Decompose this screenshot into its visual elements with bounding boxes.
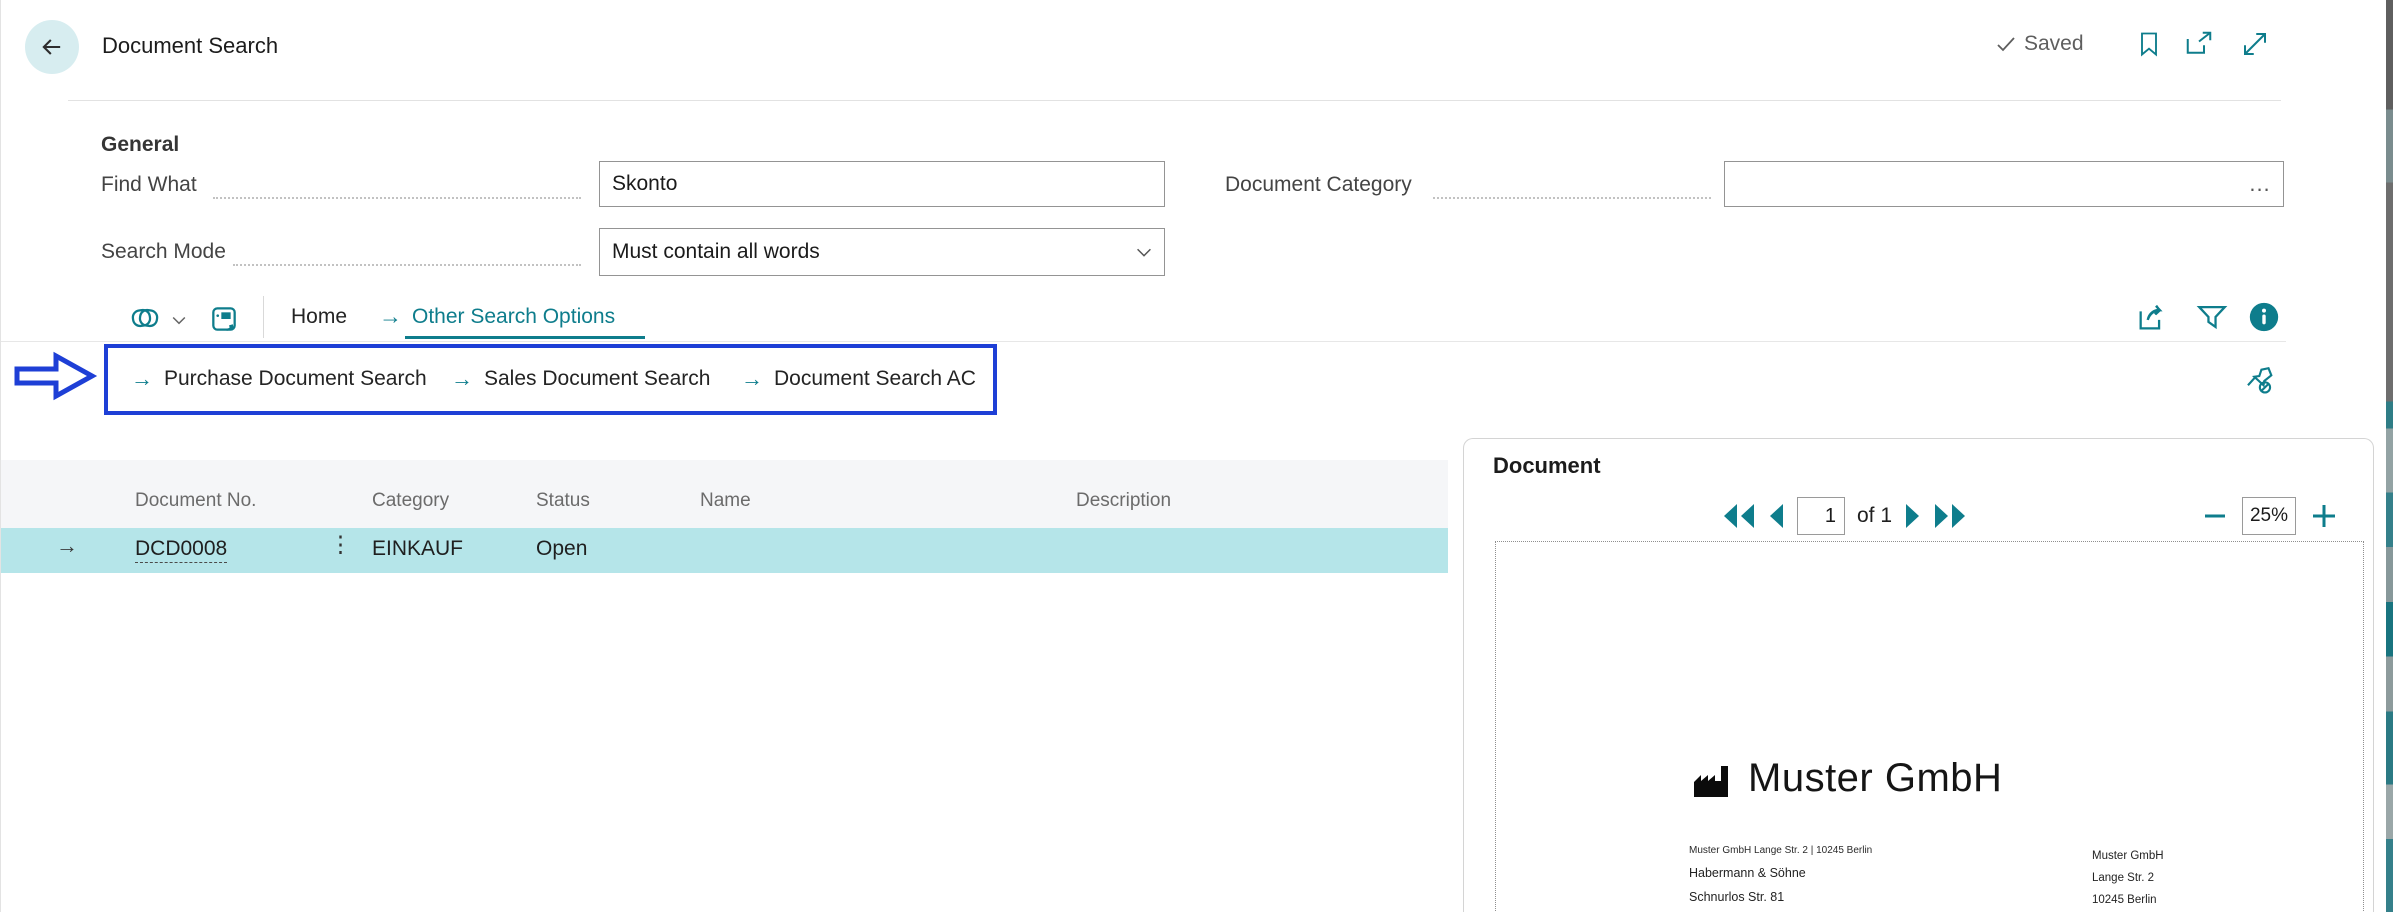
save-status: Saved: [1994, 32, 2084, 56]
share-icon[interactable]: [2131, 296, 2173, 338]
cell-document-no-link[interactable]: DCD0008: [135, 537, 227, 563]
chevron-down-icon[interactable]: [167, 308, 191, 332]
arrow-left-icon: [38, 33, 66, 61]
page-layout-icon[interactable]: [205, 300, 243, 338]
search-mode-label: Search Mode: [101, 240, 226, 264]
search-mode-leader-dots: [233, 264, 581, 266]
company-address-block: Muster GmbH Lange Str. 2 10245 Berlin fo…: [2092, 845, 2198, 912]
arrow-right-icon: →: [451, 366, 473, 392]
cell-category: EINKAUF: [372, 537, 463, 561]
lookup-more-button[interactable]: ...: [2237, 171, 2283, 197]
search-mode-value: Must contain all words: [600, 240, 1124, 264]
menu-item-purchase-document-search[interactable]: → Purchase Document Search: [131, 366, 427, 392]
info-icon[interactable]: [2245, 298, 2283, 336]
filter-icon[interactable]: [2191, 296, 2233, 338]
row-options-icon[interactable]: ⋮: [329, 531, 352, 558]
page-count-label: of 1: [1857, 504, 1892, 528]
last-page-icon[interactable]: [1933, 503, 1967, 529]
find-what-leader-dots: [213, 197, 581, 199]
bookmark-icon[interactable]: [2129, 24, 2169, 64]
company-block-line: Muster GmbH: [2092, 845, 2198, 867]
menu-item-document-search-ac[interactable]: → Document Search AC: [741, 366, 976, 392]
column-header-status[interactable]: Status: [536, 490, 590, 512]
arrow-right-icon: →: [379, 303, 402, 330]
search-mode-select[interactable]: Must contain all words: [599, 228, 1165, 276]
open-in-new-window-icon[interactable]: [2179, 24, 2219, 64]
company-block-line: 10245 Berlin: [2092, 889, 2198, 911]
expand-icon[interactable]: [2235, 24, 2275, 64]
tab-other-search-options[interactable]: → Other Search Options: [379, 303, 615, 330]
company-letterhead: Muster GmbH: [1692, 758, 2002, 798]
menu-item-label: Purchase Document Search: [164, 367, 427, 391]
zoom-out-icon[interactable]: [2202, 503, 2228, 529]
saved-label: Saved: [2024, 32, 2084, 56]
document-panel: Document of 1: [1463, 438, 2374, 912]
page-navigation: of 1: [1722, 497, 1967, 535]
company-block-line: Lange Str. 2: [2092, 867, 2198, 889]
page-title: Document Search: [102, 33, 278, 59]
find-what-input[interactable]: [599, 161, 1165, 207]
sender-address-line: Muster GmbH Lange Str. 2 | 10245 Berlin: [1689, 845, 1872, 856]
recipient-line-1: Habermann & Söhne: [1689, 866, 1806, 880]
document-preview-page: Muster GmbH Muster GmbH Lange Str. 2 | 1…: [1495, 541, 2364, 912]
arrow-right-icon: →: [131, 366, 153, 392]
column-header-category[interactable]: Category: [372, 490, 449, 512]
actionbar-divider: [263, 296, 264, 338]
column-header-document-no[interactable]: Document No.: [135, 490, 256, 512]
document-panel-title: Document: [1493, 453, 1601, 479]
check-icon: [1994, 32, 2018, 56]
actionbar-bottom-divider: [1, 341, 2286, 342]
first-page-icon[interactable]: [1722, 503, 1756, 529]
page-number-input[interactable]: [1797, 497, 1845, 535]
arrow-right-icon: →: [741, 366, 763, 392]
previous-page-icon[interactable]: [1768, 503, 1785, 529]
window-edge-strip: [2386, 0, 2393, 912]
active-tab-underline: [405, 336, 645, 339]
menu-item-label: Document Search AC: [774, 367, 976, 391]
views-icon[interactable]: [125, 298, 165, 338]
next-page-icon[interactable]: [1904, 503, 1921, 529]
chevron-down-icon: [1124, 241, 1164, 263]
zoom-in-icon[interactable]: [2310, 502, 2338, 530]
document-search-page: Document Search Saved General Find What …: [0, 0, 2393, 912]
tab-other-label: Other Search Options: [412, 305, 615, 329]
back-button[interactable]: [25, 20, 79, 74]
annotation-arrow: [14, 349, 98, 403]
zoom-level-input[interactable]: [2242, 497, 2296, 535]
tab-home[interactable]: Home: [291, 305, 347, 329]
factory-logo-icon: [1692, 762, 1738, 798]
recipient-line-2: Schnurlos Str. 81: [1689, 890, 1784, 904]
document-category-input[interactable]: ...: [1724, 161, 2284, 207]
unpin-icon[interactable]: [2239, 360, 2281, 402]
header-divider: [68, 100, 2281, 101]
find-what-label: Find What: [101, 173, 197, 197]
row-pointer-icon: →: [56, 533, 78, 559]
company-name: Muster GmbH: [1748, 758, 2002, 798]
zoom-controls: [2202, 497, 2338, 535]
document-category-leader-dots: [1433, 197, 1711, 199]
menu-item-label: Sales Document Search: [484, 367, 710, 391]
document-category-label: Document Category: [1225, 173, 1412, 197]
column-header-name[interactable]: Name: [700, 490, 751, 512]
column-header-description[interactable]: Description: [1076, 490, 1171, 512]
cell-status: Open: [536, 537, 587, 561]
menu-item-sales-document-search[interactable]: → Sales Document Search: [451, 366, 710, 392]
section-title-general: General: [101, 133, 179, 157]
